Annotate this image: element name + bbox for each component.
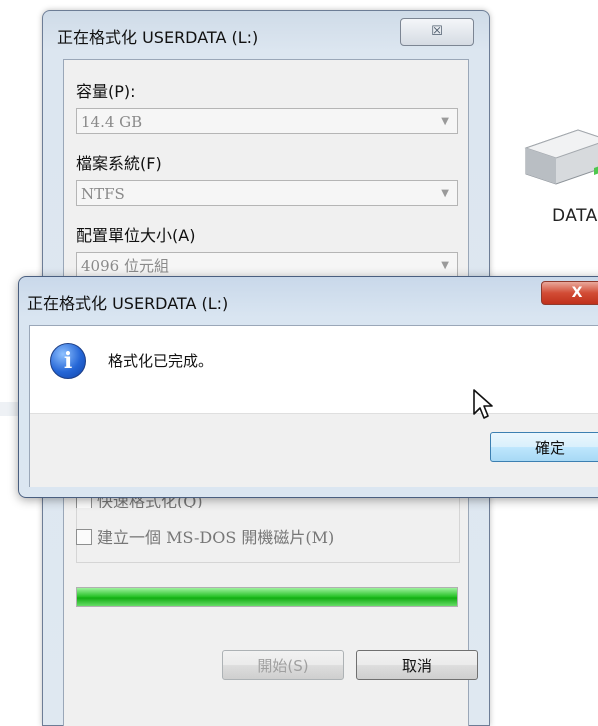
allocation-value: 4096 位元組 (81, 257, 169, 275)
filesystem-label: 檔案系統(F) (76, 154, 162, 173)
message-box: 正在格式化 USERDATA (L:) X i 格式化已完成。 確定 (18, 276, 598, 498)
msdos-disk-checkbox (76, 529, 92, 545)
capacity-value: 14.4 GB (81, 113, 143, 131)
msdos-disk-label: 建立一個 MS-DOS 開機磁片(M) (97, 528, 335, 547)
ok-button[interactable]: 確定 (490, 432, 598, 462)
message-box-close-button[interactable]: X (541, 281, 598, 305)
message-box-body: i 格式化已完成。 確定 (29, 325, 598, 487)
message-box-footer: 確定 (30, 413, 598, 487)
message-text: 格式化已完成。 (108, 352, 214, 370)
drive-icon[interactable] (518, 118, 598, 188)
cancel-button[interactable]: 取消 (356, 650, 478, 680)
filesystem-combo: NTFS ▼ (76, 180, 458, 206)
capacity-combo: 14.4 GB ▼ (76, 108, 458, 134)
info-icon: i (50, 343, 86, 379)
progress-fill (77, 588, 457, 606)
filesystem-value: NTFS (81, 185, 125, 203)
message-box-title: 正在格式化 USERDATA (L:) (27, 294, 229, 313)
format-dialog-close-button[interactable]: ☒ (400, 18, 474, 46)
format-dialog-title: 正在格式化 USERDATA (L:) (57, 28, 259, 47)
allocation-combo: 4096 位元組 ▼ (76, 252, 458, 278)
capacity-label: 容量(P): (76, 82, 136, 101)
chevron-down-icon: ▼ (441, 188, 449, 199)
allocation-label: 配置單位大小(A) (76, 226, 196, 245)
drive-label[interactable]: DATA (552, 206, 598, 226)
chevron-down-icon: ▼ (441, 116, 449, 127)
mouse-cursor-icon (473, 389, 493, 419)
format-progress-bar (76, 587, 458, 607)
msdos-disk-option: 建立一個 MS-DOS 開機磁片(M) (76, 524, 334, 548)
start-button: 開始(S) (222, 650, 344, 680)
